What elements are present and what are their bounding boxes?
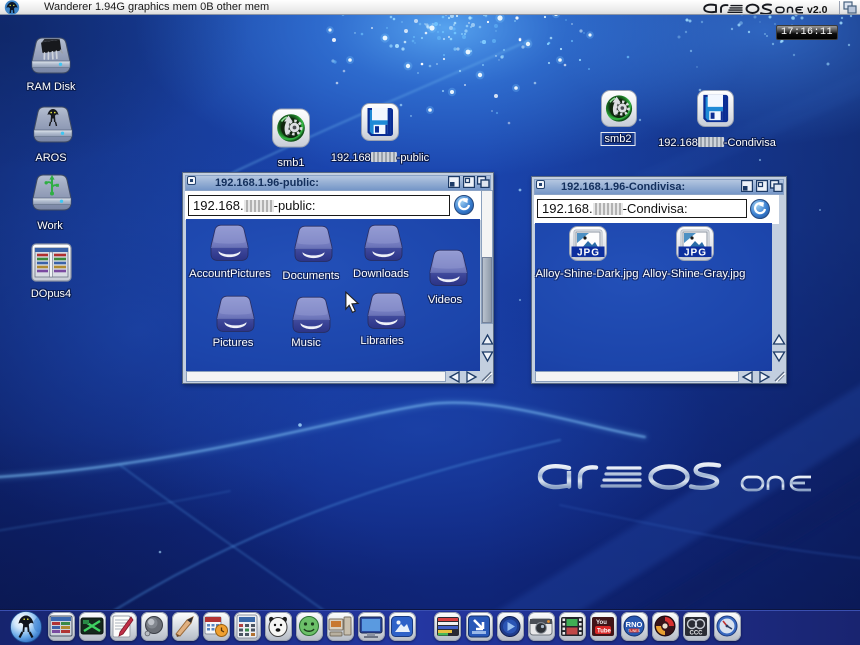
svg-text:v2.0: v2.0 [807, 4, 828, 14]
svg-text:You: You [596, 620, 607, 626]
svg-text:RNO: RNO [626, 620, 643, 629]
svg-text:Tube: Tube [597, 629, 612, 635]
svg-text:TUNES: TUNES [628, 629, 641, 633]
svg-text:CCC: CCC [690, 631, 704, 637]
